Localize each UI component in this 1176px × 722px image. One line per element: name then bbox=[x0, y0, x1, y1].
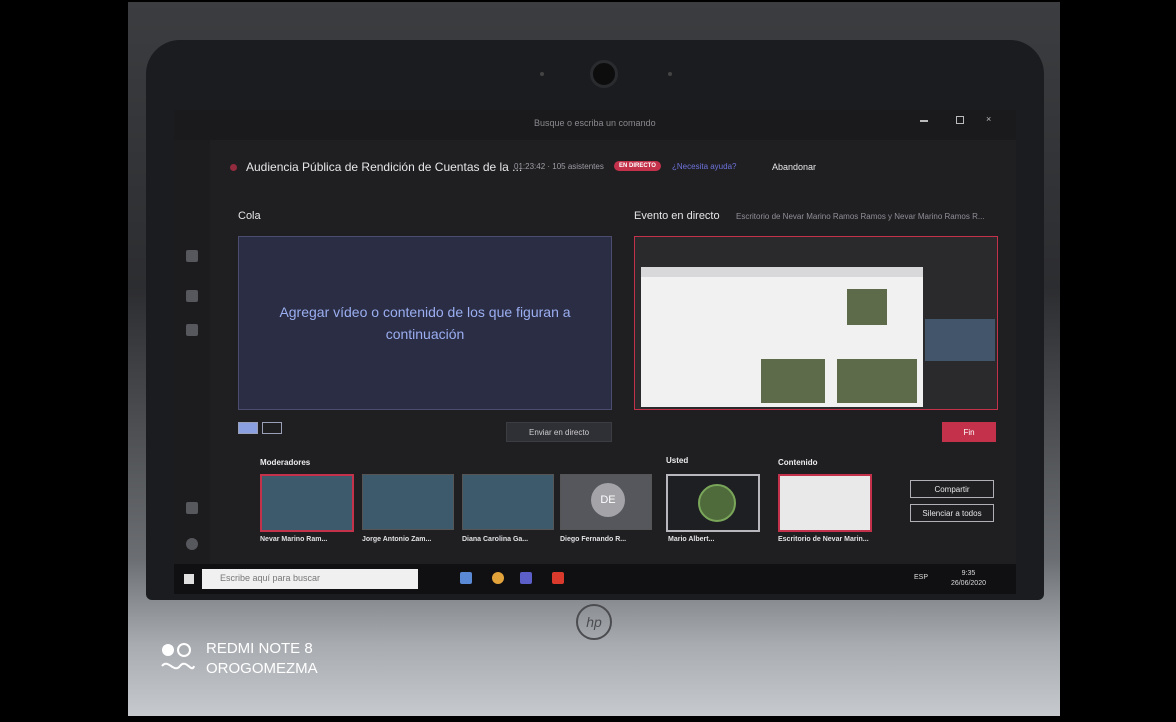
mute-all-button[interactable]: Silenciar a todos bbox=[910, 504, 994, 522]
participant-tile[interactable] bbox=[462, 474, 554, 530]
taskbar-clock[interactable]: 9:35 26/06/2020 bbox=[951, 569, 986, 589]
doc-toolbar bbox=[641, 267, 923, 277]
taskbar-search-text: Escribe aquí para buscar bbox=[220, 573, 321, 583]
sensor-dot bbox=[668, 72, 672, 76]
participant-tile[interactable]: DE bbox=[560, 474, 652, 530]
live-badge: EN DIRECTO bbox=[614, 161, 661, 171]
clock-date: 26/06/2020 bbox=[950, 580, 986, 587]
apps-icon[interactable] bbox=[186, 502, 198, 514]
user-label: OROGOMEZMA bbox=[206, 660, 318, 677]
you-label: Usted bbox=[666, 456, 689, 465]
content-tile[interactable] bbox=[778, 474, 872, 532]
device-label: REDMI NOTE 8 bbox=[206, 640, 313, 657]
doc-photo bbox=[847, 289, 887, 325]
live-heading: Evento en directo bbox=[634, 210, 720, 222]
self-name: Mario Albert... bbox=[668, 536, 715, 543]
command-search[interactable]: Busque o escriba un comando bbox=[534, 118, 656, 128]
files-icon[interactable] bbox=[186, 324, 198, 336]
maximize-icon[interactable] bbox=[956, 116, 964, 124]
calls-icon[interactable] bbox=[186, 290, 198, 302]
end-button[interactable]: Fin bbox=[942, 422, 996, 442]
chrome-icon[interactable] bbox=[492, 572, 504, 584]
teams-icon[interactable] bbox=[520, 572, 532, 584]
live-preview bbox=[634, 236, 998, 410]
self-tile[interactable] bbox=[666, 474, 760, 532]
meeting-duration: 01:23:42 · 105 asistentes bbox=[514, 162, 604, 171]
laptop-photo: Busque o escriba un comando × Audiencia … bbox=[128, 2, 1060, 716]
queue-drop-area[interactable]: Agregar vídeo o contenido de los que fig… bbox=[238, 236, 612, 410]
doc-photo bbox=[837, 359, 917, 403]
sensor-dot bbox=[540, 72, 544, 76]
moderators-label: Moderadores bbox=[260, 458, 311, 467]
doc-photo bbox=[761, 359, 825, 403]
taskbar-search[interactable]: Escribe aquí para buscar bbox=[202, 569, 418, 589]
avatar: DE bbox=[591, 483, 625, 517]
hp-logo: hp bbox=[576, 604, 612, 640]
send-live-button[interactable]: Enviar en directo bbox=[506, 422, 612, 442]
clock-time: 9:35 bbox=[961, 570, 976, 577]
queue-message: Agregar vídeo o contenido de los que fig… bbox=[279, 304, 571, 342]
share-button[interactable]: Compartir bbox=[910, 480, 994, 498]
layout-split-icon[interactable] bbox=[262, 422, 282, 434]
participant-name: Diego Fernando R... bbox=[560, 536, 627, 543]
file-explorer-icon[interactable] bbox=[460, 572, 472, 584]
title-bar: Busque o escriba un comando × bbox=[174, 110, 1016, 140]
calendar-icon[interactable] bbox=[186, 250, 198, 262]
leave-button[interactable]: Abandonar bbox=[772, 162, 816, 172]
windows-taskbar: Escribe aquí para buscar ESP 9:35 26/06/… bbox=[174, 564, 1016, 594]
content-name: Escritorio de Nevar Marin... bbox=[778, 536, 869, 543]
content-label: Contenido bbox=[778, 458, 818, 467]
queue-heading: Cola bbox=[238, 210, 261, 222]
windows-start-icon[interactable] bbox=[184, 574, 194, 584]
left-rail bbox=[174, 140, 210, 564]
participant-tile[interactable] bbox=[362, 474, 454, 530]
avatar bbox=[698, 484, 736, 522]
close-icon[interactable]: × bbox=[986, 114, 991, 124]
language-indicator[interactable]: ESP bbox=[914, 574, 928, 581]
help-link[interactable]: ¿Necesita ayuda? bbox=[672, 162, 736, 171]
layout-single-icon[interactable] bbox=[238, 422, 258, 434]
participant-tile[interactable] bbox=[260, 474, 354, 532]
help-icon[interactable] bbox=[186, 538, 198, 550]
participant-name: Diana Carolina Ga... bbox=[462, 536, 529, 543]
meeting-title: Audiencia Pública de Rendición de Cuenta… bbox=[246, 160, 523, 174]
meeting-bar: Audiencia Pública de Rendición de Cuenta… bbox=[224, 158, 1014, 178]
teams-window: Busque o escriba un comando × Audiencia … bbox=[174, 110, 1016, 594]
webcam-icon bbox=[590, 60, 618, 88]
live-presenter: Escritorio de Nevar Marino Ramos Ramos y… bbox=[736, 212, 985, 221]
participant-name: Nevar Marino Ram... bbox=[260, 536, 328, 543]
redmi-dual-camera-icon bbox=[161, 643, 195, 670]
record-icon bbox=[230, 164, 237, 171]
presenter-camera bbox=[925, 319, 995, 361]
participant-name: Jorge Antonio Zam... bbox=[362, 536, 432, 543]
minimize-icon[interactable] bbox=[920, 120, 928, 122]
pdf-reader-icon[interactable] bbox=[552, 572, 564, 584]
shared-document bbox=[641, 267, 923, 407]
